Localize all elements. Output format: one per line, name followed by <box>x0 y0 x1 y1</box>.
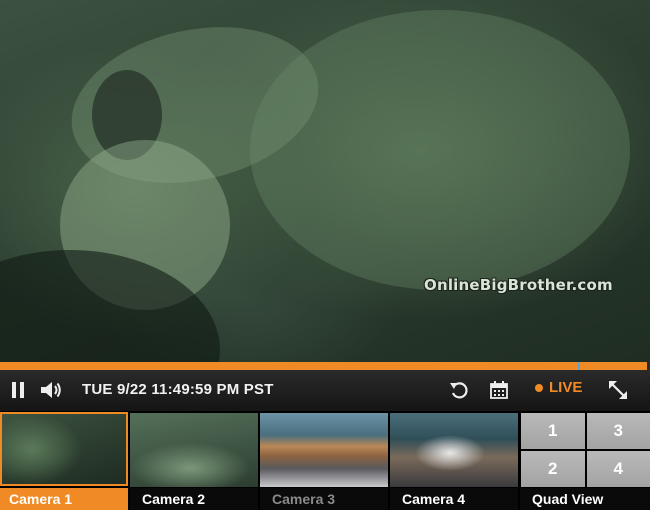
camera-1-label: Camera 1 <box>0 488 128 510</box>
camera-3-label: Camera 3 <box>260 488 388 510</box>
camera-2-thumb[interactable]: Camera 2 <box>130 411 260 510</box>
control-bar: TUE 9/22 11:49:59 PM PST LIVE <box>0 370 650 411</box>
quad-cell: 1 <box>521 413 585 449</box>
seek-bar-fill <box>0 362 648 370</box>
live-dot-icon <box>535 383 543 392</box>
calendar-button[interactable] <box>486 378 512 402</box>
fullscreen-icon <box>609 381 627 399</box>
quad-cell: 4 <box>586 451 650 487</box>
quad-view-grid: 1 3 2 4 <box>521 413 650 487</box>
camera-2-label: Camera 2 <box>130 488 258 510</box>
camera-4-preview <box>390 413 518 487</box>
watermark: OnlineBigBrother.com <box>424 276 613 294</box>
camera-1-preview <box>0 412 128 486</box>
camera-switcher: Camera 1 Camera 2 Camera 3 Camera 4 1 3 … <box>0 411 650 510</box>
seek-bar[interactable] <box>0 362 650 370</box>
fullscreen-button[interactable] <box>606 378 630 402</box>
camera-4-label: Camera 4 <box>390 488 518 510</box>
camera-2-preview <box>130 413 258 487</box>
camera-3-thumb[interactable]: Camera 3 <box>260 411 390 510</box>
replay-icon <box>450 382 468 399</box>
calendar-icon <box>490 381 508 399</box>
quad-view-thumb[interactable]: 1 3 2 4 Quad View <box>520 411 650 510</box>
live-button[interactable]: LIVE <box>535 379 582 396</box>
camera-4-thumb[interactable]: Camera 4 <box>390 411 520 510</box>
volume-icon <box>41 382 61 398</box>
pause-icon <box>12 382 24 398</box>
main-video-feed[interactable]: OnlineBigBrother.com <box>0 0 650 362</box>
camera-3-preview <box>260 413 388 487</box>
seek-bar-marker <box>578 362 580 370</box>
volume-button[interactable] <box>38 378 64 402</box>
quad-cell: 2 <box>521 451 585 487</box>
replay-button[interactable] <box>447 378 471 402</box>
timestamp: TUE 9/22 11:49:59 PM PST <box>82 381 274 398</box>
quad-cell: 3 <box>586 413 650 449</box>
quad-view-label: Quad View <box>520 488 650 510</box>
scene-bed <box>250 10 630 290</box>
pause-button[interactable] <box>6 378 30 402</box>
live-label: LIVE <box>549 379 583 396</box>
camera-1-thumb[interactable]: Camera 1 <box>0 411 130 510</box>
